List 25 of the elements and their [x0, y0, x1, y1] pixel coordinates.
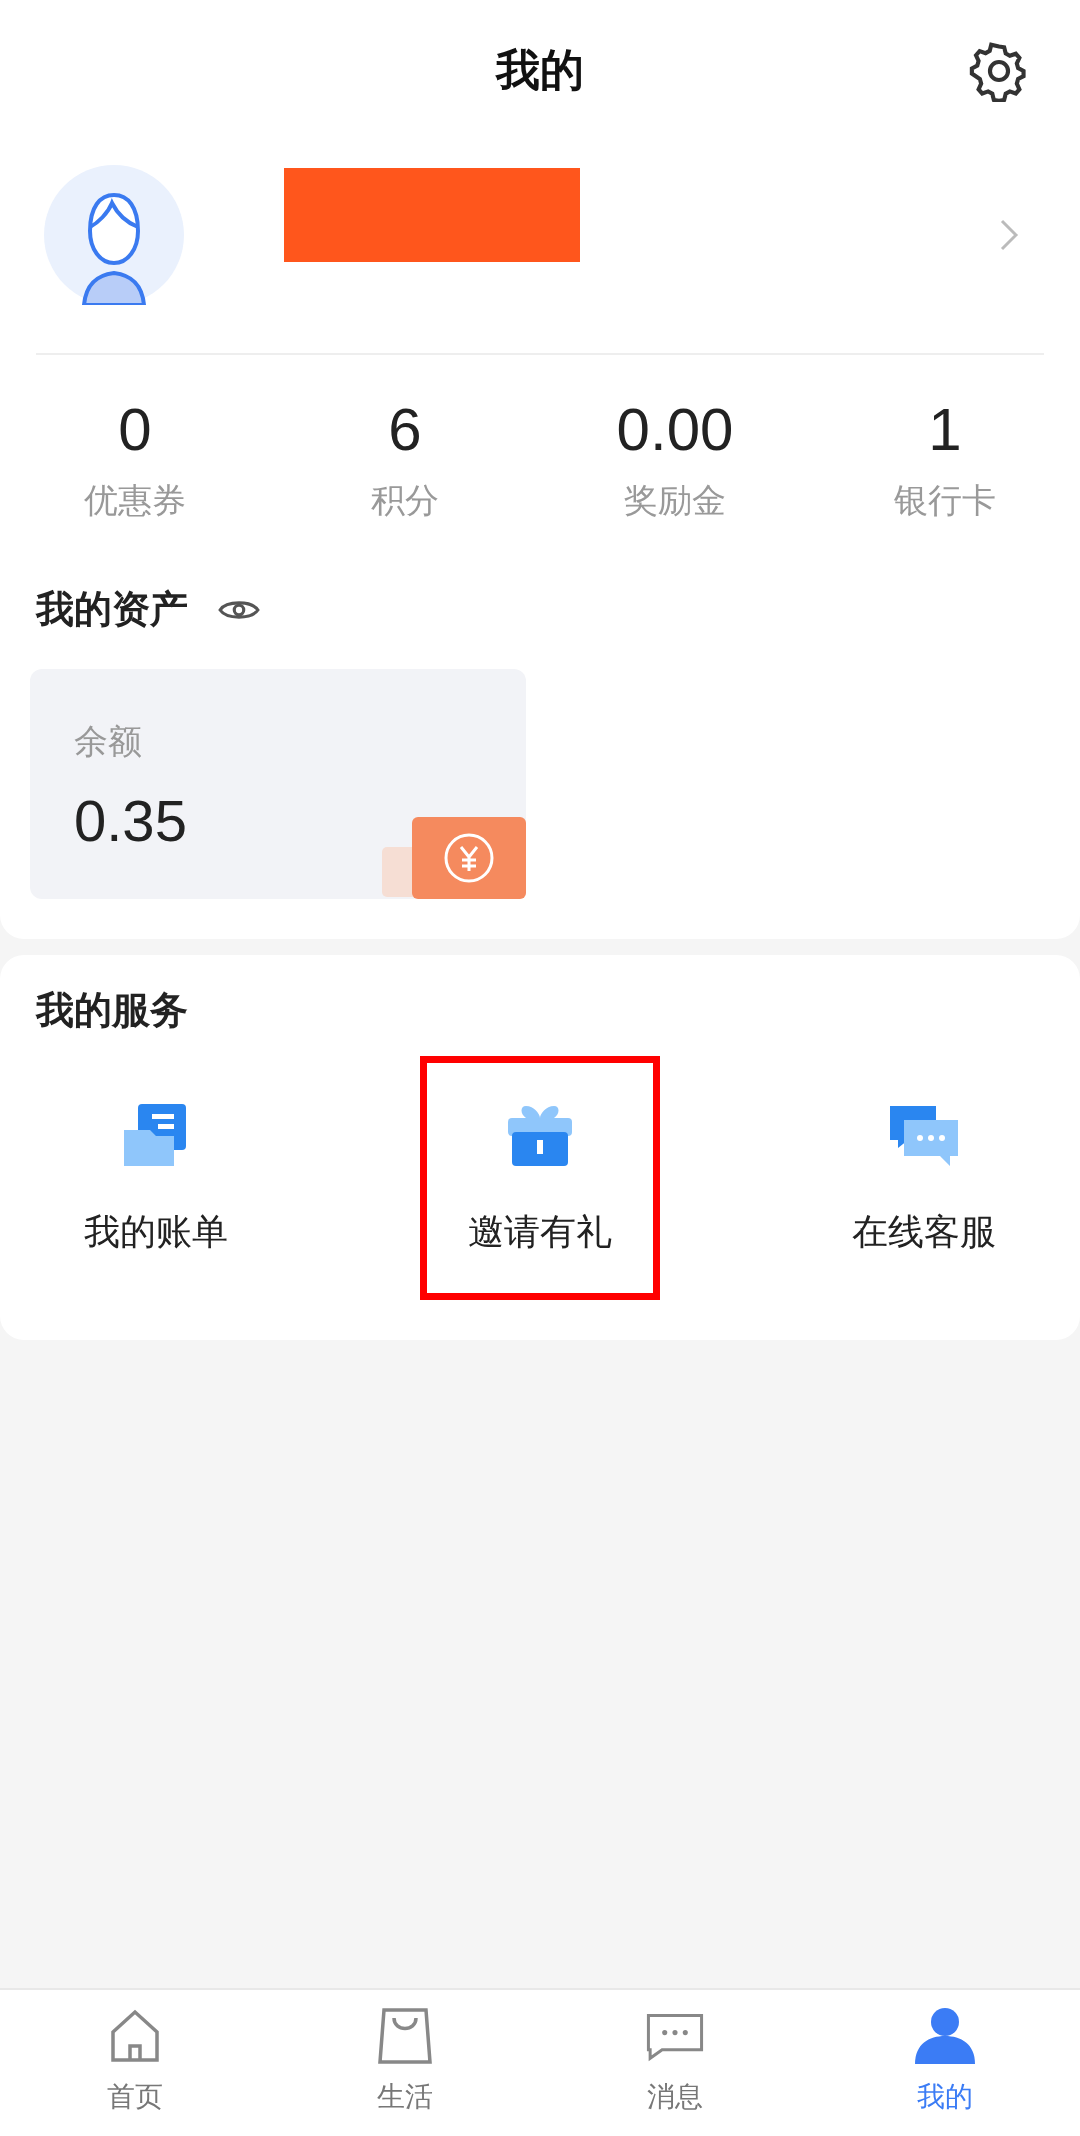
stat-value: 1 [928, 395, 962, 464]
stat-label: 银行卡 [894, 479, 996, 522]
service-item[interactable]: 在线客服 [804, 1056, 1044, 1300]
tab-item[interactable]: 首页 [0, 1990, 270, 2136]
shopping-bag-icon [375, 2006, 435, 2066]
section-title: 我的服务 [36, 988, 188, 1032]
wallet-icon [382, 817, 526, 899]
balance-value: 0.35 [74, 787, 188, 854]
service-item[interactable]: 我的账单 [36, 1056, 276, 1300]
service-item[interactable]: 邀请有礼 [420, 1056, 660, 1300]
balance-card[interactable]: 余额 0.35 [30, 669, 526, 899]
user-icon [915, 2006, 975, 2066]
tab-item[interactable]: 消息 [540, 1990, 810, 2136]
stat-value: 6 [388, 395, 422, 464]
stat-label: 积分 [371, 479, 439, 522]
section-title: 我的资产 [36, 586, 188, 633]
stat-value: 0 [118, 395, 152, 464]
page-title: 我的 [496, 42, 584, 97]
tab-item[interactable]: 生活 [270, 1990, 540, 2136]
stat-label: 奖励金 [624, 479, 726, 522]
stat-label: 优惠券 [84, 479, 186, 522]
stat-value: 0.00 [616, 395, 734, 464]
avatar-icon[interactable] [44, 165, 184, 305]
tab-item[interactable]: 我的 [810, 1990, 1080, 2136]
balance-label: 余额 [74, 720, 143, 763]
